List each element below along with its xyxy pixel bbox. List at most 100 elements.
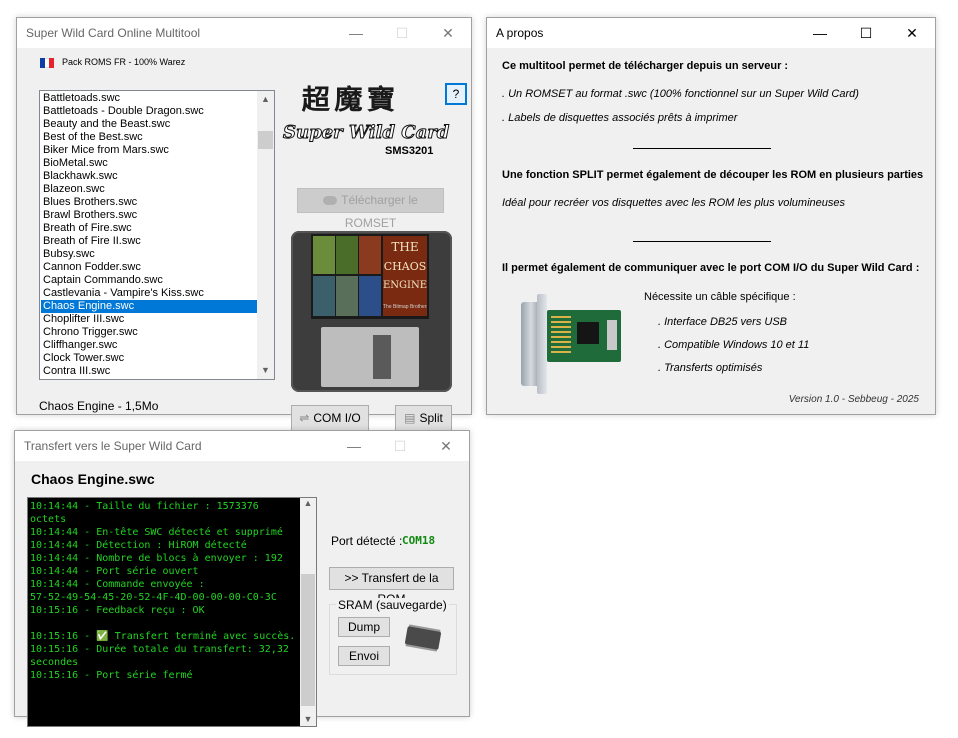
scrollbar-thumb[interactable] xyxy=(258,131,273,149)
maximize-button: ☐ xyxy=(395,25,409,41)
transfer-log-console: 10:14:44 - Taille du fichier : 1573376 oc… xyxy=(27,497,317,727)
close-button[interactable]: ✕ xyxy=(425,18,471,48)
transfer-window-title: Transfert vers le Super Wild Card xyxy=(24,439,202,453)
game-art-title-1: THE xyxy=(391,240,419,254)
rom-list-item[interactable]: BioMetal.swc xyxy=(41,157,257,170)
rom-list-item[interactable]: Chrono Trigger.swc xyxy=(41,326,257,339)
main-window: Super Wild Card Online Multitool — ☐ ✕ P… xyxy=(16,17,472,431)
rom-list: Battletoads.swc Battletoads - Double Drag… xyxy=(41,92,257,378)
rom-list-item[interactable]: Brawl Brothers.swc xyxy=(41,209,257,222)
rom-list-item[interactable]: Contra III.swc xyxy=(41,365,257,378)
rom-list-item[interactable]: Blazeon.swc xyxy=(41,183,257,196)
log-line: 10:14:44 - Port série ouvert xyxy=(30,566,199,577)
log-line: 10:15:16 - Durée totale du transfert: 32… xyxy=(30,644,289,655)
game-art-title-3: ENGINE xyxy=(383,280,428,291)
rom-list-item[interactable]: Battletoads.swc xyxy=(41,92,257,105)
minimize-button[interactable]: — xyxy=(797,18,843,48)
rom-list-item[interactable]: Blues Brothers.swc xyxy=(41,196,257,209)
rom-list-item[interactable]: Captain Commando.swc xyxy=(41,274,257,287)
maximize-button: ☐ xyxy=(393,438,407,454)
minimize-button[interactable]: — xyxy=(331,431,377,461)
db25-cable-image xyxy=(517,290,627,400)
download-romset-button[interactable]: Télécharger le ROMSET xyxy=(297,188,444,230)
usb-icon: ⇌ xyxy=(299,411,310,425)
rom-list-item[interactable]: Battletoads - Double Dragon.swc xyxy=(41,105,257,118)
model-number: SMS3201 xyxy=(385,145,434,157)
about-heading-split: Une fonction SPLIT permet également de d… xyxy=(502,169,924,181)
sram-dump-button[interactable]: Dump xyxy=(338,617,390,637)
rom-list-item[interactable]: Clock Tower.swc xyxy=(41,352,257,365)
cable-item-transfers: . Transferts optimisés xyxy=(658,362,763,374)
log-line: 10:14:44 - Nombre de blocs à envoyer : 1… xyxy=(30,553,283,564)
cable-item-windows: . Compatible Windows 10 et 11 xyxy=(658,339,810,351)
log-lines: 10:14:44 - Taille du fichier : 1573376 oc… xyxy=(30,500,316,682)
rom-list-item[interactable]: Breath of Fire.swc xyxy=(41,222,257,235)
game-art-caption: The Bitmap Brothers xyxy=(383,304,427,310)
log-line: 10:14:44 - En-tête SWC détecté et suppri… xyxy=(30,527,283,538)
log-line: 57-52-49-54-45-20-52-4F-4D-00-00-00-C0-3… xyxy=(30,592,277,603)
split-button[interactable]: ▤ Split xyxy=(395,405,452,431)
minimize-button[interactable]: — xyxy=(333,18,379,48)
scroll-down-icon[interactable]: ▼ xyxy=(300,714,316,724)
rom-status: Chaos Engine - 1,5Mo xyxy=(39,399,159,413)
sram-send-label: Envoi xyxy=(348,649,380,663)
about-split-line: Idéal pour recréer vos disquettes avec l… xyxy=(502,197,845,209)
transfer-titlebar[interactable]: Transfert vers le Super Wild Card — ☐ ✕ xyxy=(15,431,469,461)
about-labels-line: . Labels de disquettes associés prêts à … xyxy=(502,112,738,124)
main-window-title: Super Wild Card Online Multitool xyxy=(26,26,201,40)
rom-list-item[interactable]: Choplifter III.swc xyxy=(41,313,257,326)
close-button[interactable]: ✕ xyxy=(889,18,935,48)
pack-label: Pack ROMS FR - 100% Warez xyxy=(62,57,186,67)
about-titlebar[interactable]: A propos — ☐ ✕ xyxy=(487,18,935,48)
floppy-label-art: THE CHAOS ENGINE The Bitmap Brothers xyxy=(311,234,429,319)
sram-send-button[interactable]: Envoi xyxy=(338,646,390,666)
log-line: 10:15:16 - Port série fermé xyxy=(30,670,193,681)
main-titlebar[interactable]: Super Wild Card Online Multitool — ☐ ✕ xyxy=(17,18,471,48)
separator xyxy=(633,241,771,242)
separator xyxy=(633,148,771,149)
com-io-button[interactable]: ⇌ COM I/O xyxy=(291,405,369,431)
france-flag-icon xyxy=(40,58,55,68)
log-line: 10:15:16 - ✅ Transfert terminé avec succ… xyxy=(30,631,296,642)
download-romset-label: Télécharger le ROMSET xyxy=(341,193,418,230)
port-value: COM18 xyxy=(402,534,436,547)
about-heading-download: Ce multitool permet de télécharger depui… xyxy=(502,60,789,72)
split-label: Split xyxy=(419,411,443,425)
rom-list-item[interactable]: Cliffhanger.swc xyxy=(41,339,257,352)
help-button[interactable]: ? xyxy=(445,83,467,105)
rom-list-scrollbar[interactable]: ▲ ▼ xyxy=(257,91,274,379)
rom-list-item[interactable]: Beauty and the Beast.swc xyxy=(41,118,257,131)
rom-list-item[interactable]: Bubsy.swc xyxy=(41,248,257,261)
rom-list-item[interactable]: Blackhawk.swc xyxy=(41,170,257,183)
rom-transfer-button[interactable]: >> Transfert de la ROM xyxy=(329,567,454,606)
super-wild-card-logo: Super Wild Card xyxy=(283,122,450,144)
rom-list-item[interactable]: Chaos Engine.swc xyxy=(41,300,257,313)
scroll-up-icon[interactable]: ▲ xyxy=(257,91,274,108)
close-button[interactable]: ✕ xyxy=(423,431,469,461)
cable-item-db25: . Interface DB25 vers USB xyxy=(658,316,787,328)
about-window: A propos — ☐ ✕ Ce multitool permet de té… xyxy=(486,17,936,415)
log-scrollbar[interactable]: ▲ ▼ xyxy=(300,498,316,726)
cable-title: Nécessite un câble spécifique : xyxy=(644,291,796,303)
log-line: 10:15:16 - Feedback reçu : OK xyxy=(30,605,205,616)
log-line: secondes xyxy=(30,657,79,668)
rom-list-item[interactable]: Best of the Best.swc xyxy=(41,131,257,144)
rom-list-item[interactable]: Breath of Fire II.swc xyxy=(41,235,257,248)
floppy-disk-image: THE CHAOS ENGINE The Bitmap Brothers xyxy=(291,231,452,392)
rom-list-item[interactable]: Biker Mice from Mars.swc xyxy=(41,144,257,157)
scrollbar-thumb[interactable] xyxy=(301,574,315,706)
rom-list-item[interactable]: Cannon Fodder.swc xyxy=(41,261,257,274)
com-io-label: COM I/O xyxy=(313,411,361,425)
log-line: octets xyxy=(30,514,67,525)
about-romset-line: . Un ROMSET au format .swc (100% fonctio… xyxy=(502,88,859,100)
split-file-icon: ▤ xyxy=(404,411,416,425)
floppy-shutter xyxy=(321,327,419,387)
port-label: Port détecté : xyxy=(331,534,403,548)
rom-listbox[interactable]: Battletoads.swc Battletoads - Double Drag… xyxy=(39,90,275,380)
rom-list-item[interactable]: Castlevania - Vampire's Kiss.swc xyxy=(41,287,257,300)
maximize-button: ☐ xyxy=(859,25,873,41)
log-line: 10:14:44 - Taille du fichier : 1573376 xyxy=(30,501,259,512)
scroll-up-icon[interactable]: ▲ xyxy=(300,498,316,508)
transfer-window: Transfert vers le Super Wild Card — ☐ ✕ … xyxy=(14,430,470,727)
scroll-down-icon[interactable]: ▼ xyxy=(257,362,274,379)
